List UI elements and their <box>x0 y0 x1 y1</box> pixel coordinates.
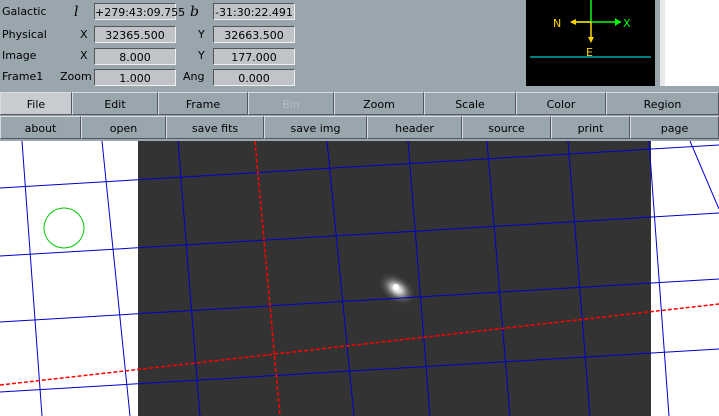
angle-label: Ang <box>183 70 205 83</box>
menu-frame[interactable]: Frame <box>158 92 248 115</box>
grid-line <box>648 141 670 416</box>
axis-lines-red <box>0 141 719 416</box>
image-canvas[interactable] <box>0 141 719 416</box>
east-arrowhead <box>588 37 594 43</box>
zoom-field: 1.000 <box>94 69 176 86</box>
menubar: File Edit Frame Bin Zoom Scale Color Reg… <box>0 92 719 115</box>
info-panel: Galactic l +279:43:09.755 b -31:30:22.49… <box>0 0 719 92</box>
panner[interactable]: N E X <box>526 0 655 86</box>
physical-x-label: X <box>80 28 88 41</box>
menu-edit[interactable]: Edit <box>72 92 158 115</box>
north-label: N <box>553 17 561 30</box>
grid-line <box>0 144 719 189</box>
button-print[interactable]: print <box>551 116 630 139</box>
zoom-label: Zoom <box>60 70 92 83</box>
axis-line <box>0 303 719 386</box>
lon-symbol: l <box>74 4 79 20</box>
physical-y-field: 32663.500 <box>213 26 295 43</box>
image-y-field: 177.000 <box>213 48 295 65</box>
image-y-label: Y <box>198 49 205 62</box>
button-save-img[interactable]: save img <box>264 116 367 139</box>
circle-region <box>43 207 85 249</box>
button-header[interactable]: header <box>367 116 462 139</box>
grid-lines-blue <box>0 141 719 416</box>
buttonbar: about open save fits save img header sou… <box>0 116 719 139</box>
grid-line <box>0 212 719 257</box>
button-save-fits[interactable]: save fits <box>166 116 264 139</box>
button-open[interactable]: open <box>81 116 166 139</box>
image-x-label: X <box>80 49 88 62</box>
angle-field: 0.000 <box>213 69 295 86</box>
compass: N E X <box>530 0 651 59</box>
image-label: Image <box>2 49 37 62</box>
menu-color[interactable]: Color <box>516 92 606 115</box>
coord-system-label: Galactic <box>2 5 47 18</box>
grid-line <box>407 141 431 416</box>
north-arrowhead <box>570 19 576 25</box>
lat-value-field: -31:30:22.491 <box>213 3 295 20</box>
east-label: E <box>586 46 593 59</box>
coordinate-grid-overlay <box>0 141 719 416</box>
lat-symbol: b <box>190 4 199 20</box>
magnifier <box>660 0 719 86</box>
menu-region[interactable]: Region <box>606 92 719 115</box>
compass-axis-arrow <box>615 18 621 26</box>
menu-zoom[interactable]: Zoom <box>334 92 424 115</box>
grid-line <box>101 141 131 416</box>
axis-line <box>254 141 281 416</box>
frame-label: Frame1 <box>2 70 44 83</box>
grid-line <box>567 141 591 416</box>
menu-scale[interactable]: Scale <box>424 92 516 115</box>
menu-bin[interactable]: Bin <box>248 92 334 115</box>
image-x-field: 8.000 <box>94 48 176 65</box>
physical-label: Physical <box>2 28 47 41</box>
compass-x-label: X <box>623 17 631 30</box>
grid-line <box>689 141 719 210</box>
menu-file[interactable]: File <box>0 92 72 115</box>
lon-value-field: +279:43:09.755 <box>94 3 185 20</box>
magnifier-view <box>665 0 719 86</box>
physical-y-label: Y <box>198 28 205 41</box>
galaxy-core <box>393 284 399 290</box>
physical-x-field: 32365.500 <box>94 26 176 43</box>
grid-line <box>0 348 719 393</box>
grid-line <box>177 141 201 416</box>
button-about[interactable]: about <box>0 116 81 139</box>
grid-line <box>21 141 43 416</box>
grid-line <box>326 141 355 416</box>
grid-line <box>486 141 511 416</box>
button-page[interactable]: page <box>630 116 719 139</box>
button-source[interactable]: source <box>462 116 551 139</box>
